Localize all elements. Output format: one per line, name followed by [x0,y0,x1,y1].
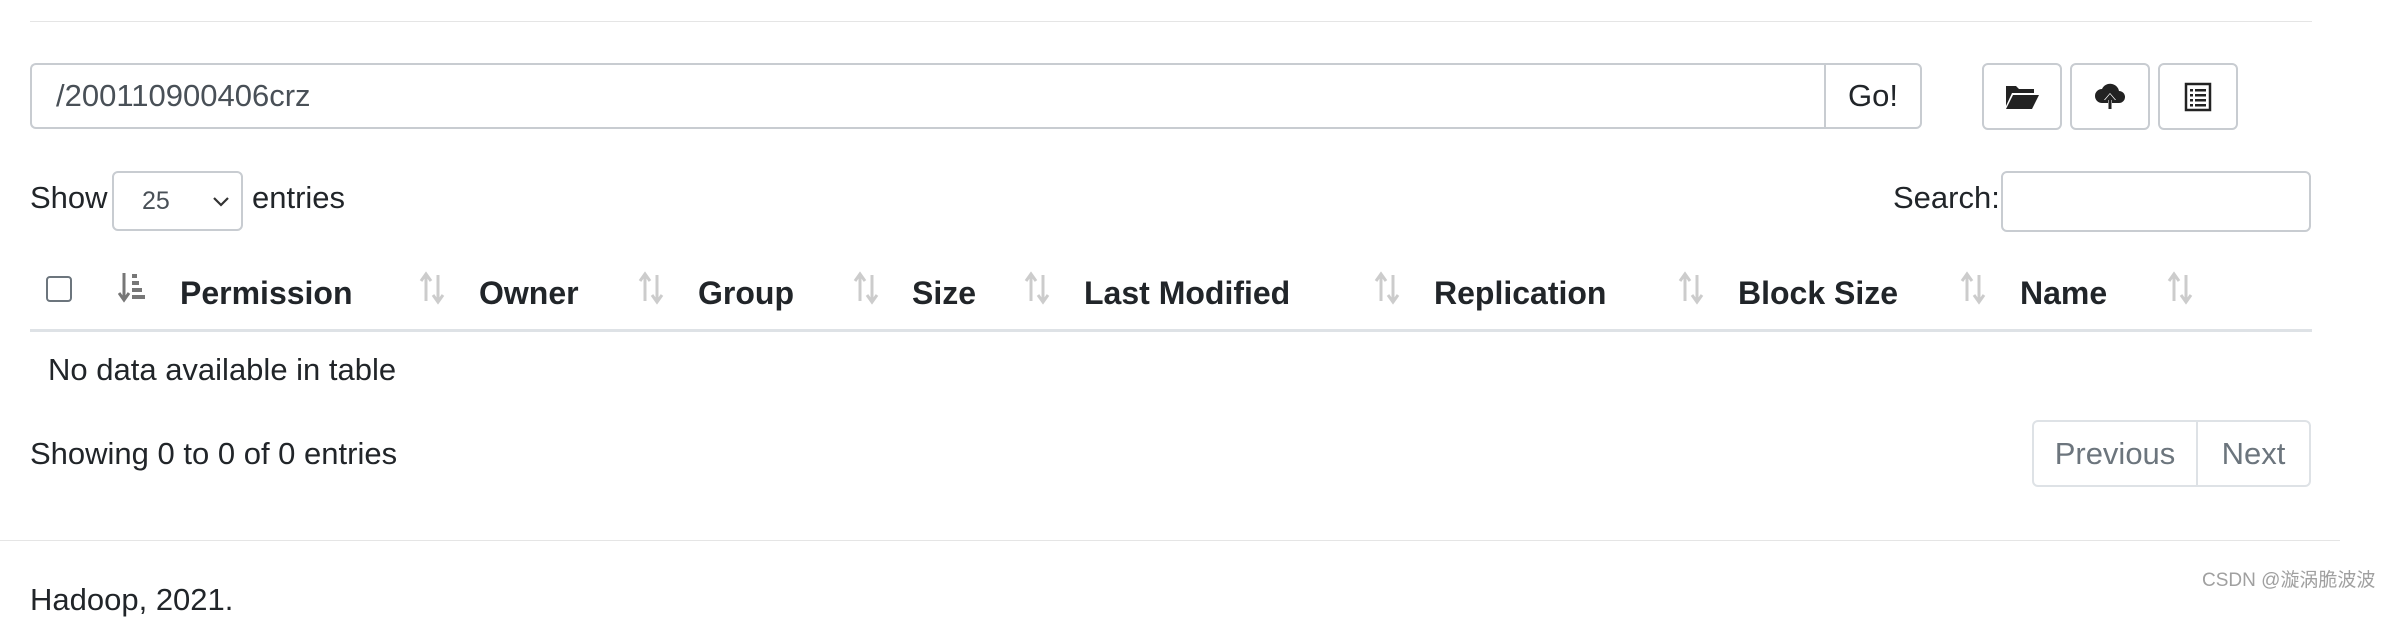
entries-label: entries [252,180,346,215]
select-all-checkbox[interactable] [46,276,72,302]
sort-ascending-icon[interactable] [118,271,146,305]
directory-path-input[interactable] [30,63,1824,129]
column-owner[interactable]: Owner [479,275,579,312]
folder-open-icon [2006,85,2039,109]
sort-icon[interactable] [1373,271,1401,305]
footer-text: Hadoop, 2021. [30,582,234,617]
column-last-modified[interactable]: Last Modified [1084,275,1290,312]
search-input[interactable] [2001,171,2311,232]
cut-paste-button[interactable] [2158,63,2238,130]
column-size[interactable]: Size [912,275,976,312]
next-page-button[interactable]: Next [2198,420,2311,487]
watermark: CSDN @漩涡脆波波 [2202,570,2376,591]
previous-page-button[interactable]: Previous [2032,420,2198,487]
entries-per-page-select[interactable]: 25 [112,171,243,231]
sort-icon[interactable] [1677,271,1705,305]
column-group[interactable]: Group [698,275,794,312]
empty-table-message: No data available in table [48,352,397,387]
upload-files-button[interactable] [2070,63,2150,130]
table-header: Permission Owner Group Size Last Modifie… [30,255,2312,332]
top-divider [30,21,2312,22]
footer-divider [0,540,2340,541]
show-label: Show [30,180,108,215]
sort-icon[interactable] [418,271,446,305]
sort-icon[interactable] [852,271,880,305]
column-permission[interactable]: Permission [180,275,353,312]
chevron-down-icon [213,197,229,207]
pagination: Previous Next [2032,420,2311,487]
list-alt-icon [2184,82,2212,111]
sort-icon[interactable] [2166,271,2194,305]
sort-icon[interactable] [1959,271,1987,305]
table-info: Showing 0 to 0 of 0 entries [30,436,398,471]
column-replication[interactable]: Replication [1434,275,1606,312]
column-name[interactable]: Name [2020,275,2107,312]
search-label: Search: [1893,180,2000,215]
column-block-size[interactable]: Block Size [1738,275,1898,312]
path-bar: Go! [30,63,1922,129]
go-button[interactable]: Go! [1824,63,1922,129]
entries-per-page-value: 25 [142,186,170,215]
cloud-upload-icon [2095,83,2125,110]
sort-icon[interactable] [637,271,665,305]
create-directory-button[interactable] [1982,63,2062,130]
sort-icon[interactable] [1023,271,1051,305]
